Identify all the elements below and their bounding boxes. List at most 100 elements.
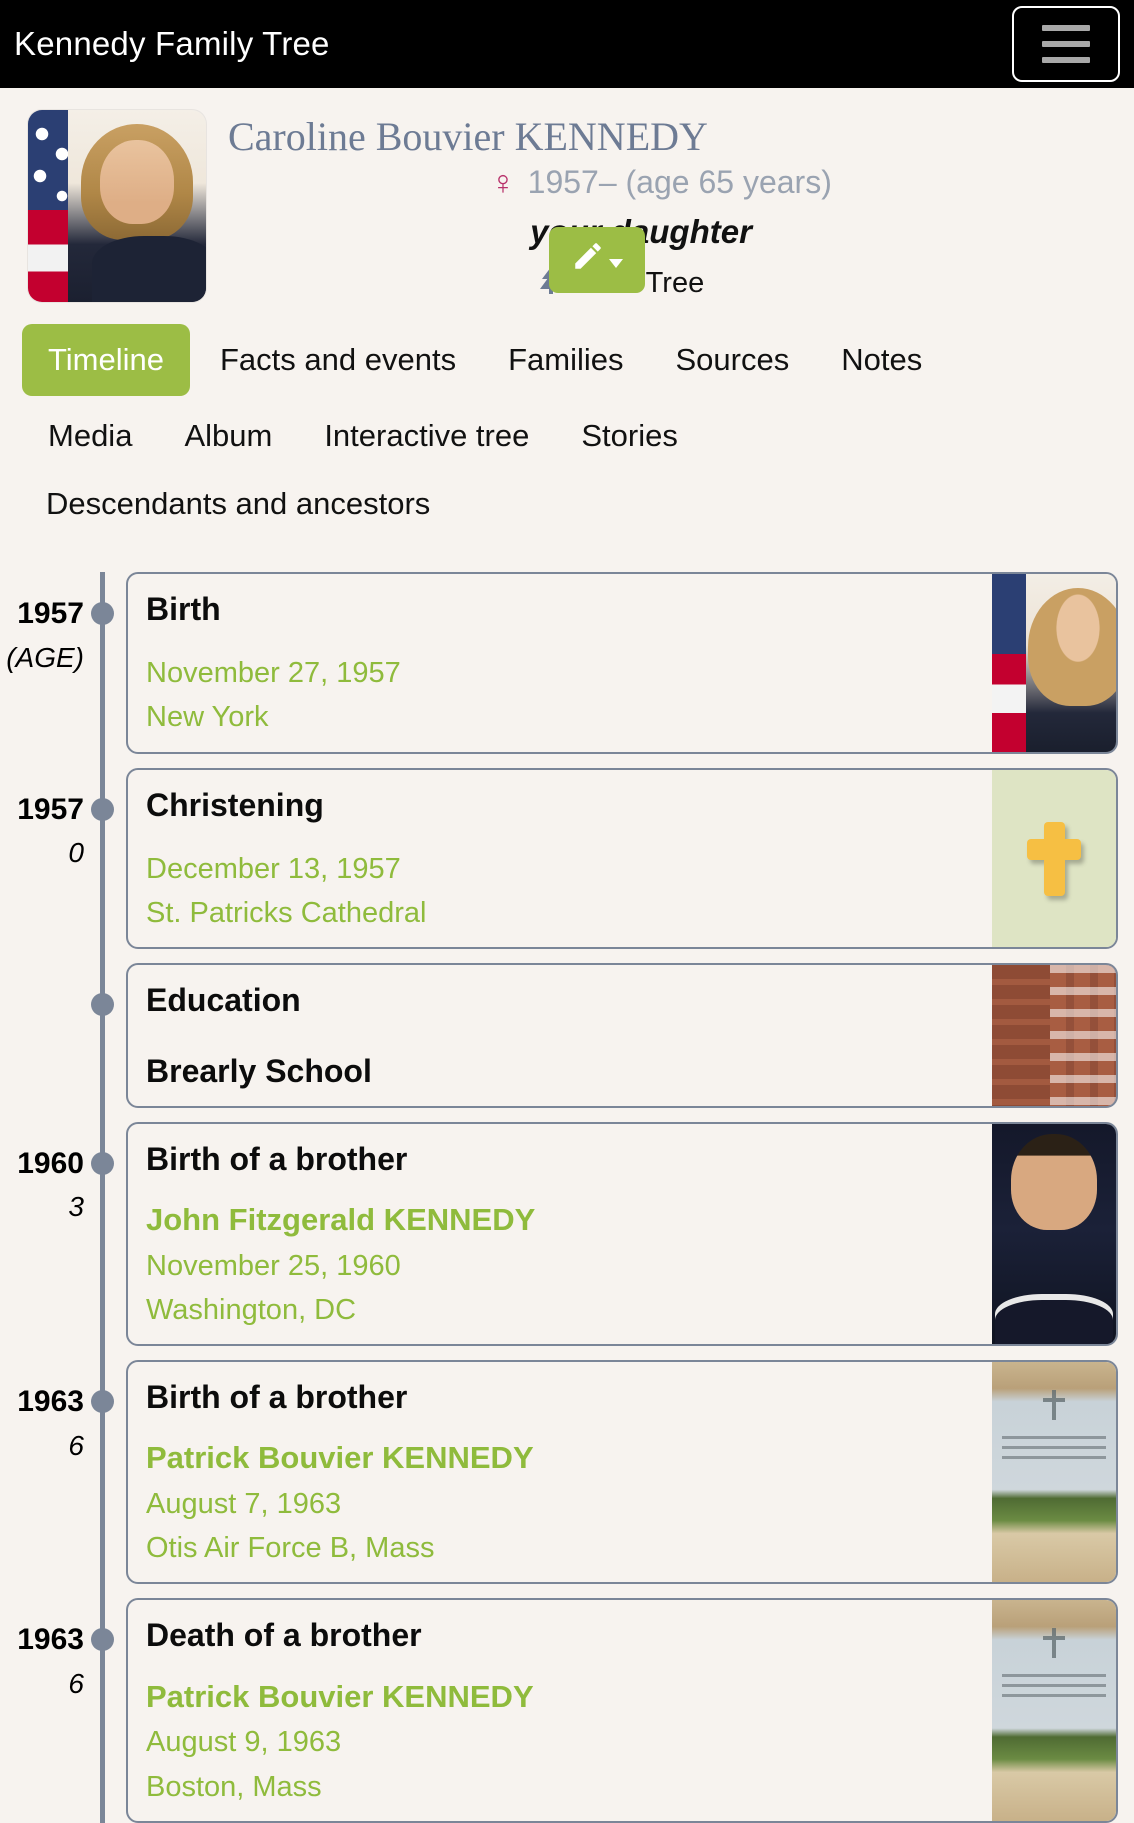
event-date[interactable]: August 7, 1963	[146, 1486, 974, 1522]
app-header: Kennedy Family Tree	[0, 0, 1134, 88]
event-subtitle: Brearly School	[146, 1052, 372, 1089]
timeline-event: 1957 (AGE) Birth November 27, 1957 New Y…	[0, 572, 1134, 754]
event-date[interactable]: August 9, 1963	[146, 1724, 974, 1760]
timeline-marker-labels	[0, 963, 100, 1001]
tab-timeline[interactable]: Timeline	[22, 324, 190, 396]
hamburger-bar	[1042, 41, 1090, 47]
timeline-card-body: Birth of a brother John Fitzgerald KENNE…	[128, 1124, 992, 1344]
event-place[interactable]: Washington, DC	[146, 1292, 974, 1328]
event-title: Birth of a brother	[146, 1379, 408, 1415]
grave-cross-icon	[1043, 1628, 1065, 1659]
chevron-down-icon	[609, 258, 623, 268]
pencil-icon	[571, 239, 605, 281]
timeline-event: 1963 6 Birth of a brother Patrick Bouvie…	[0, 1360, 1134, 1585]
timeline-marker-labels: 1957 0	[0, 768, 100, 870]
timeline-dot	[91, 1628, 114, 1652]
timeline-year: 1957	[17, 597, 84, 630]
page-content: Caroline Bouvier KENNEDY ♀ 1957– (age 65…	[0, 88, 1134, 1823]
event-thumbnail[interactable]	[992, 1362, 1116, 1583]
event-place[interactable]: St. Patricks Cathedral	[146, 895, 974, 931]
timeline-age: 6	[68, 1667, 84, 1699]
timeline-marker-labels: 1957 (AGE)	[0, 572, 100, 674]
relationship-label: your daughter	[530, 213, 752, 250]
hamburger-menu-icon[interactable]	[1012, 6, 1120, 82]
timeline-dot	[91, 1151, 114, 1175]
timeline-marker-labels: 1963 6	[0, 1598, 100, 1700]
edit-button[interactable]	[549, 227, 645, 293]
timeline-card[interactable]: Christening December 13, 1957 St. Patric…	[126, 767, 1118, 950]
timeline-card[interactable]: Birth of a brother Patrick Bouvier KENNE…	[126, 1360, 1118, 1585]
timeline-card-body: Death of a brother Patrick Bouvier KENNE…	[128, 1600, 992, 1820]
tab-facts-and-events[interactable]: Facts and events	[198, 332, 478, 388]
timeline-card-body: Christening December 13, 1957 St. Patric…	[128, 770, 992, 948]
event-title: Christening	[146, 786, 324, 823]
event-place[interactable]: New York	[146, 699, 974, 735]
grave-inscription	[1002, 1674, 1106, 1701]
related-person-link[interactable]: Patrick Bouvier KENNEDY	[146, 1678, 974, 1717]
event-title: Education	[146, 982, 301, 1019]
app-title: Kennedy Family Tree	[14, 25, 330, 62]
life-span-row: ♀ 1957– (age 65 years)	[228, 164, 1134, 201]
event-thumbnail[interactable]	[992, 1123, 1116, 1344]
avatar-hair	[81, 124, 193, 240]
tab-album[interactable]: Album	[162, 408, 294, 464]
timeline-card[interactable]: Birth of a brother John Fitzgerald KENNE…	[126, 1121, 1118, 1346]
timeline-card[interactable]: Birth November 27, 1957 New York	[126, 572, 1118, 754]
timeline-card-body: Birth of a brother Patrick Bouvier KENNE…	[128, 1362, 992, 1582]
timeline-age: 6	[68, 1429, 84, 1461]
female-symbol-icon: ♀	[490, 163, 516, 202]
related-person-link[interactable]: Patrick Bouvier KENNEDY	[146, 1439, 974, 1478]
tab-bar-row-3: Descendants and ancestors	[0, 464, 1000, 532]
tab-interactive-tree[interactable]: Interactive tree	[302, 408, 551, 464]
timeline-card[interactable]: Death of a brother Patrick Bouvier KENNE…	[126, 1598, 1118, 1823]
grave-cross-icon	[1043, 1390, 1065, 1420]
avatar-torso	[92, 236, 206, 302]
timeline-year: 1960	[17, 1146, 84, 1180]
event-thumbnail[interactable]	[992, 574, 1116, 752]
event-place[interactable]: Otis Air Force B, Mass	[146, 1530, 974, 1566]
grave-inscription	[1002, 1436, 1106, 1462]
timeline-card-body: Education Brearly School	[128, 965, 992, 1105]
event-place[interactable]: Boston, Mass	[146, 1769, 974, 1805]
tab-families[interactable]: Families	[486, 332, 645, 388]
tab-bar-row-2: Media Album Interactive tree Stories	[0, 396, 1000, 464]
timeline-year: 1957	[17, 792, 84, 826]
timeline-year: 1963	[17, 1385, 84, 1418]
tab-descendants-and-ancestors[interactable]: Descendants and ancestors	[24, 476, 452, 532]
timeline-dot	[91, 993, 114, 1017]
avatar[interactable]	[28, 110, 206, 302]
timeline-event: 1960 3 Birth of a brother John Fitzgeral…	[0, 1121, 1134, 1346]
event-date[interactable]: December 13, 1957	[146, 851, 974, 887]
event-thumbnail[interactable]	[992, 769, 1116, 948]
tab-media[interactable]: Media	[26, 408, 154, 464]
timeline-dot	[91, 797, 114, 821]
timeline-card[interactable]: Education Brearly School	[126, 963, 1118, 1108]
timeline-age: 0	[68, 837, 84, 869]
view-tree-link[interactable]: View Tree	[228, 265, 1134, 301]
life-dates: 1957– (age 65 years)	[527, 164, 832, 200]
timeline-year: 1963	[17, 1623, 84, 1657]
timeline-event: 1963 6 Death of a brother Patrick Bouvie…	[0, 1598, 1134, 1823]
tab-bar-row-1: Timeline Facts and events Families Sourc…	[0, 302, 1000, 396]
timeline-dot	[91, 1390, 114, 1413]
related-person-link[interactable]: John Fitzgerald KENNEDY	[146, 1201, 974, 1240]
tab-sources[interactable]: Sources	[653, 332, 811, 388]
timeline: 1957 (AGE) Birth November 27, 1957 New Y…	[0, 572, 1134, 1823]
event-date[interactable]: November 27, 1957	[146, 655, 974, 691]
cross-icon	[1027, 821, 1081, 896]
timeline-card-body: Birth November 27, 1957 New York	[128, 574, 992, 752]
event-thumbnail[interactable]	[992, 1600, 1116, 1821]
tab-notes[interactable]: Notes	[819, 332, 944, 388]
page-title: Caroline Bouvier KENNEDY	[228, 114, 708, 159]
timeline-marker-labels: 1960 3	[0, 1122, 100, 1224]
tab-stories[interactable]: Stories	[559, 408, 699, 464]
timeline-age: 3	[68, 1191, 84, 1223]
event-date[interactable]: November 25, 1960	[146, 1248, 974, 1284]
event-title: Death of a brother	[146, 1617, 422, 1654]
event-thumbnail[interactable]	[992, 965, 1116, 1106]
hamburger-bar	[1042, 57, 1090, 63]
timeline-age: (AGE)	[6, 641, 84, 673]
event-title: Birth of a brother	[146, 1140, 408, 1177]
timeline-dot	[91, 602, 114, 625]
timeline-marker-labels: 1963 6	[0, 1360, 100, 1462]
